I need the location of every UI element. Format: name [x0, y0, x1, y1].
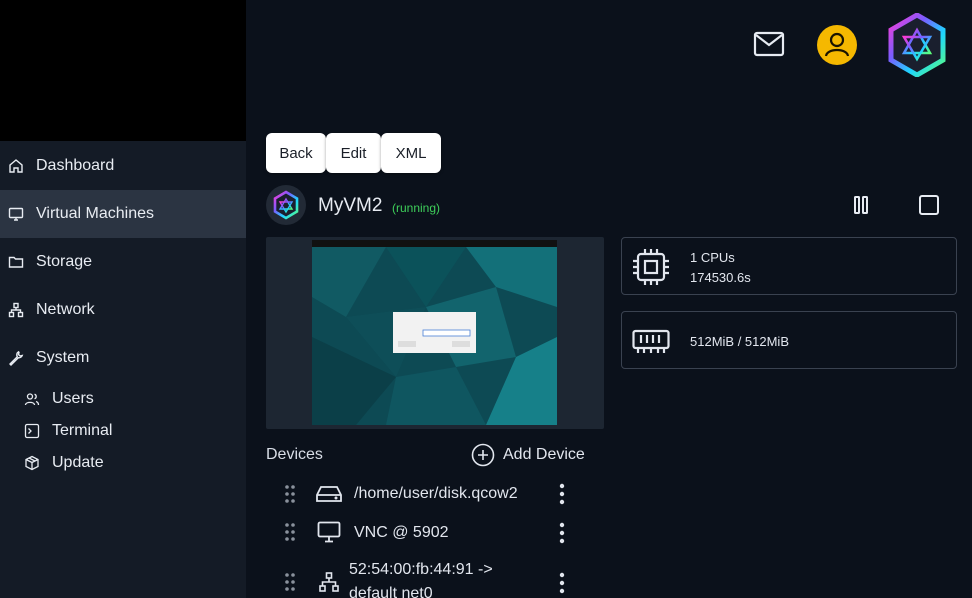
users-icon — [24, 391, 40, 407]
sidebar-item-label: Network — [36, 301, 95, 318]
add-device-button[interactable]: Add Device — [471, 443, 585, 467]
network-icon — [316, 570, 342, 594]
device-label-secondary: default net0 — [349, 585, 433, 598]
sidebar-item-update[interactable]: Update — [0, 447, 246, 479]
cpu-count: 1 CPUs — [690, 250, 735, 265]
device-label: VNC @ 5902 — [354, 524, 449, 541]
cpu-card: 1 CPUs 174530.6s — [621, 237, 957, 295]
sidebar-item-network[interactable]: Network — [0, 286, 246, 334]
more-options-icon[interactable] — [556, 571, 568, 595]
package-icon — [24, 455, 40, 471]
sidebar-item-label: Dashboard — [36, 157, 115, 174]
folder-icon — [8, 254, 24, 270]
memory-card: 512MiB / 512MiB — [621, 311, 957, 369]
stop-icon[interactable] — [918, 194, 940, 216]
monitor-icon — [8, 206, 24, 222]
device-row: /home/user/disk.qcow2 — [266, 482, 596, 518]
memory-icon — [632, 322, 670, 360]
sidebar-item-virtual-machines[interactable]: Virtual Machines — [0, 190, 246, 238]
back-button[interactable]: Back — [266, 133, 326, 173]
monitor-icon — [316, 520, 342, 544]
vm-status-badge: (running) — [392, 201, 441, 215]
vm-screen-preview[interactable] — [266, 237, 604, 429]
drag-handle-icon[interactable] — [284, 482, 296, 506]
more-options-icon[interactable] — [556, 521, 568, 545]
home-icon — [8, 158, 24, 174]
more-options-icon[interactable] — [556, 482, 568, 506]
device-label: 52:54:00:fb:44:91 -> — [349, 561, 493, 578]
sidebar: Dashboard Virtual Machines Storage Netwo… — [0, 0, 246, 598]
xml-button[interactable]: XML — [381, 133, 441, 173]
sidebar-item-storage[interactable]: Storage — [0, 238, 246, 286]
device-row: VNC @ 5902 — [266, 520, 596, 556]
memory-usage: 512MiB / 512MiB — [690, 334, 789, 349]
sidebar-item-system[interactable]: System — [0, 334, 246, 382]
devices-heading: Devices — [266, 446, 323, 463]
edit-button[interactable]: Edit — [326, 133, 381, 173]
user-icon[interactable] — [816, 24, 858, 66]
add-device-label: Add Device — [503, 446, 585, 463]
sidebar-item-terminal[interactable]: Terminal — [0, 415, 246, 447]
sidebar-item-label: Update — [52, 454, 104, 471]
drag-handle-icon[interactable] — [284, 520, 296, 544]
sidebar-header — [0, 0, 246, 141]
cpu-time: 174530.6s — [690, 270, 751, 285]
drag-handle-icon[interactable] — [284, 570, 296, 594]
sidebar-item-label: Users — [52, 390, 94, 407]
sidebar-item-label: Virtual Machines — [36, 205, 154, 222]
vm-name: MyVM2 — [318, 195, 383, 216]
sidebar-item-label: System — [36, 349, 90, 366]
network-icon — [8, 302, 24, 318]
logo-icon[interactable] — [887, 13, 947, 77]
plus-circle-icon — [471, 443, 495, 467]
sidebar-item-dashboard[interactable]: Dashboard — [0, 142, 246, 190]
vm-logo-icon — [266, 185, 306, 225]
disk-icon — [316, 482, 342, 506]
sidebar-item-label: Terminal — [52, 422, 113, 439]
wrench-icon — [8, 350, 24, 366]
sidebar-item-users[interactable]: Users — [0, 383, 246, 415]
pause-icon[interactable] — [852, 195, 870, 215]
device-label: /home/user/disk.qcow2 — [354, 485, 518, 502]
device-row: 52:54:00:fb:44:91 -> default net0 — [266, 560, 596, 598]
terminal-icon — [24, 423, 40, 439]
mail-icon[interactable] — [752, 29, 786, 59]
cpu-icon — [632, 248, 670, 286]
sidebar-item-label: Storage — [36, 253, 93, 270]
